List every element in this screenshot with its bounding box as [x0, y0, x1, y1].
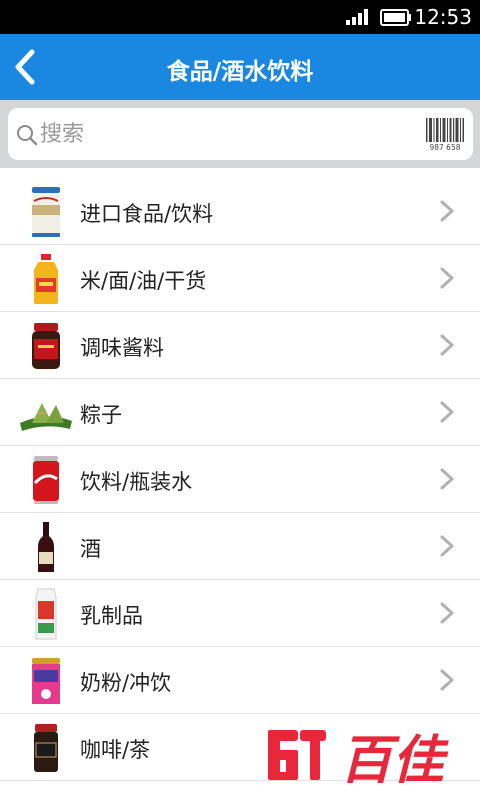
chevron-right-icon: [440, 267, 454, 289]
chevron-right-icon: [440, 535, 454, 557]
category-item-zongzi[interactable]: 粽子: [0, 379, 480, 446]
search-input[interactable]: [40, 116, 420, 152]
header-bar: 食品/酒水饮料: [0, 34, 480, 100]
category-item-dairy[interactable]: 乳制品: [0, 580, 480, 647]
milk-powder-can-icon: [18, 653, 74, 708]
chevron-right-icon: [440, 669, 454, 691]
category-item-sauces[interactable]: 调味酱料: [0, 312, 480, 379]
brand-logo-text: 百佳: [340, 731, 449, 786]
coffee-jar-icon: [18, 720, 74, 775]
search-area: 987 658: [0, 100, 480, 168]
chevron-right-icon: [440, 200, 454, 222]
category-label: 酒: [80, 537, 101, 561]
clock: 12:53: [414, 5, 472, 29]
category-item-rice-oil[interactable]: 米/面/油/干货: [0, 245, 480, 312]
category-list: 进口食品/饮料 米/面/油/干货 调味酱料 粽子 饮料/瓶装水 酒 乳制品 奶粉…: [0, 178, 480, 781]
category-item-liquor[interactable]: 酒: [0, 513, 480, 580]
milk-carton-icon: [18, 586, 74, 641]
category-label: 乳制品: [80, 604, 143, 628]
category-item-imported-food[interactable]: 进口食品/饮料: [0, 178, 480, 245]
wine-bottle-icon: [18, 519, 74, 574]
category-item-milk-powder[interactable]: 奶粉/冲饮: [0, 647, 480, 714]
zongzi-icon: [18, 385, 74, 440]
category-item-drinks-water[interactable]: 饮料/瓶装水: [0, 446, 480, 513]
cola-can-icon: [18, 452, 74, 507]
category-label: 米/面/油/干货: [80, 269, 207, 293]
page-title: 食品/酒水饮料: [166, 59, 314, 85]
chevron-right-icon: [440, 401, 454, 423]
wafer-can-icon: [18, 184, 74, 239]
barcode-icon[interactable]: 987 658: [425, 116, 465, 152]
status-bar: 12:53: [0, 0, 480, 34]
signal-icon: [346, 9, 368, 25]
oil-bottle-icon: [18, 251, 74, 306]
brand-logo: 百佳: [264, 726, 460, 791]
category-label: 奶粉/冲饮: [80, 671, 172, 695]
category-label: 粽子: [80, 403, 122, 427]
chevron-right-icon: [440, 468, 454, 490]
category-label: 咖啡/茶: [80, 738, 151, 762]
search-box[interactable]: 987 658: [8, 108, 473, 160]
chevron-right-icon: [440, 602, 454, 624]
category-label: 饮料/瓶装水: [80, 470, 193, 494]
sauce-jar-icon: [18, 318, 74, 373]
category-label: 调味酱料: [80, 336, 164, 360]
barcode-number: 987 658: [429, 143, 460, 152]
chevron-right-icon: [440, 334, 454, 356]
battery-icon: [380, 9, 411, 26]
category-label: 进口食品/饮料: [80, 202, 214, 226]
search-icon: [17, 125, 38, 146]
